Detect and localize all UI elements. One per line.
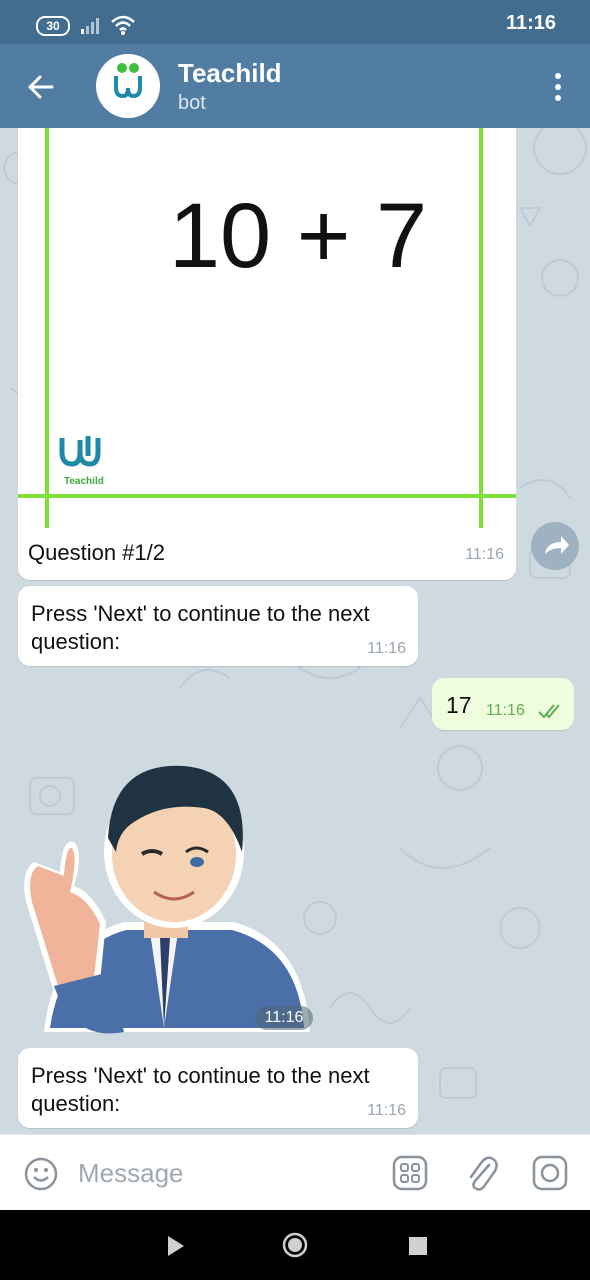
cellular-signal-icon [81, 18, 99, 34]
read-checkmarks-icon [538, 704, 560, 719]
bot-avatar[interactable] [96, 54, 160, 118]
question-caption: Question #1/2 [28, 540, 165, 565]
message-time: 11:16 [367, 1102, 406, 1119]
message-composer [0, 1134, 590, 1211]
math-expression: 10 + 7 [168, 185, 428, 287]
message-text: Press 'Next' to continue to the next que… [31, 1063, 370, 1116]
image-logo-text: Teachild [64, 476, 104, 487]
message-time: 11:16 [486, 702, 525, 719]
incoming-message[interactable]: Press 'Next' to continue to the next que… [18, 586, 418, 666]
question-card[interactable]: Teachild 10 + 7 Question #1/2 11:16 [18, 128, 516, 580]
message-time: 11:16 [465, 546, 504, 563]
nav-home-icon[interactable] [282, 1232, 308, 1258]
emoji-icon[interactable] [24, 1157, 58, 1191]
incoming-message[interactable]: Press 'Next' to continue to the next que… [18, 1048, 418, 1128]
battery-indicator: 30 [36, 16, 70, 36]
share-button[interactable] [531, 522, 579, 570]
system-nav-bar [0, 1210, 590, 1280]
nav-back-icon[interactable] [164, 1234, 186, 1258]
nav-recents-icon[interactable] [408, 1236, 428, 1256]
chat-area[interactable]: Teachild 10 + 7 Question #1/2 11:16 Pres… [0, 128, 590, 1134]
chat-subtitle: bot [178, 92, 206, 114]
outgoing-message[interactable]: 17 11:16 [432, 678, 574, 730]
message-text: Press 'Next' to continue to the next que… [31, 601, 370, 654]
answer-text: 17 [446, 692, 472, 718]
more-vert-icon[interactable] [554, 72, 562, 102]
attach-icon[interactable] [465, 1153, 499, 1193]
back-arrow-icon[interactable] [26, 72, 56, 102]
status-time: 11:16 [505, 12, 556, 34]
camera-icon[interactable] [532, 1155, 568, 1191]
chat-header: Teachild bot [0, 44, 590, 128]
thumbs-up-sticker[interactable] [14, 742, 314, 1042]
bot-commands-icon[interactable] [392, 1155, 428, 1191]
chat-title[interactable]: Teachild [178, 58, 282, 89]
message-time: 11:16 [367, 640, 406, 657]
status-bar: 30 11:16 [0, 0, 590, 44]
share-arrow-icon [545, 536, 569, 554]
message-input[interactable] [78, 1153, 378, 1193]
wifi-icon [111, 15, 135, 35]
teachild-logo-icon [114, 63, 142, 99]
sticker-time: 11:16 [255, 1006, 313, 1030]
